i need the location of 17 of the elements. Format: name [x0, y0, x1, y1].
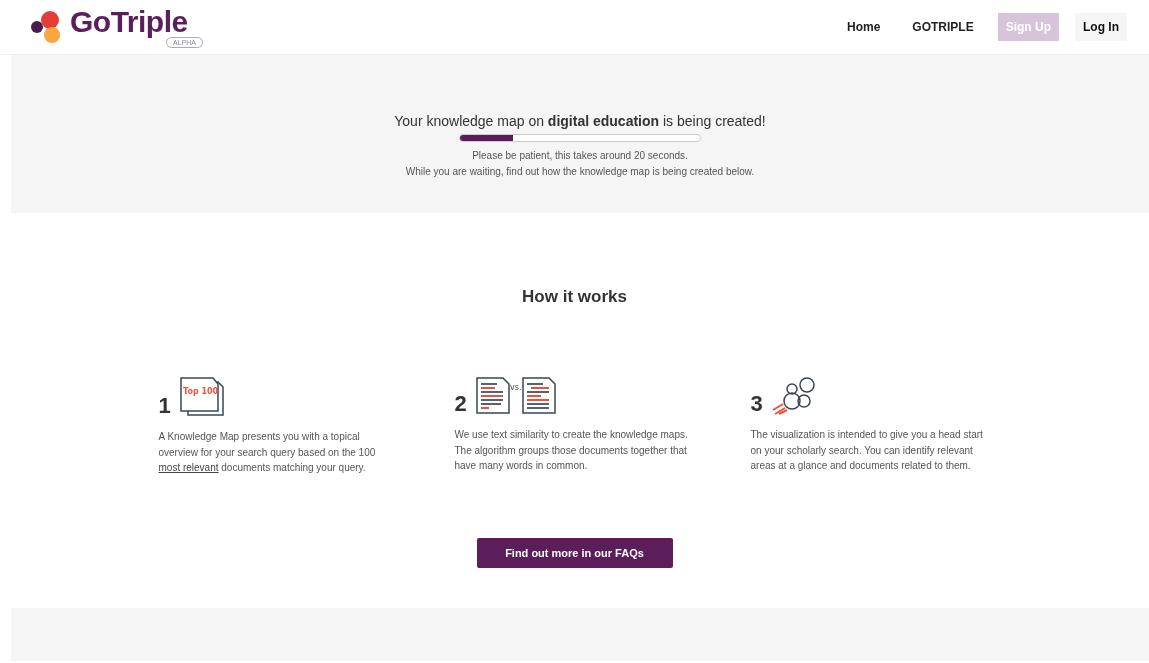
log-in-button[interactable]: Log In	[1075, 13, 1127, 41]
step-number: 2	[454, 393, 467, 416]
step-number: 1	[158, 395, 171, 418]
step-description: The visualization is intended to give you a head start on your scholarly search. You can identify relevant areas at a glance and documents related to them.	[750, 428, 984, 474]
step-description: A Knowledge Map presents you with a topical overview for your search query based on the 100 most relevant documents matching your query.	[158, 430, 377, 476]
nav-link[interactable]: Home	[839, 13, 889, 41]
nav-link[interactable]: GOTRIPLE	[904, 13, 982, 41]
info-text: Please be patient, this takes around 20 seconds.	[471, 149, 689, 163]
info-text: While you are waiting, find out how the knowledge map is being created below.	[404, 165, 756, 179]
faq-button[interactable]: Find out more in our FAQs	[476, 537, 673, 568]
section-heading: How it works	[521, 287, 628, 308]
status-title: Your knowledge map on digital education is being created!	[393, 112, 767, 131]
step-description: We use text similarity to create the knowledge maps. The algorithm groups those documents together that have many words in common.	[454, 428, 689, 474]
logo-text: GoTriple	[70, 6, 189, 37]
text-link[interactable]: most relevant	[158, 462, 219, 474]
bubbles-icon	[770, 377, 815, 416]
step-number: 3	[750, 393, 763, 416]
